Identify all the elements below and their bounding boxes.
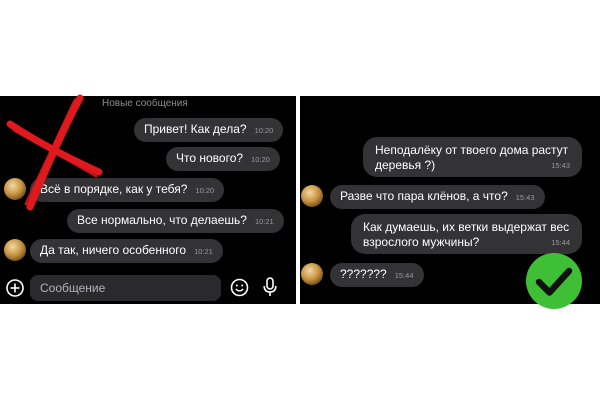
message-bubble-sent[interactable]: Привет! Как дела? 10:20: [134, 118, 284, 142]
message-bubble-sent[interactable]: Как думаешь, их ветки выдержат вес взрос…: [351, 214, 582, 254]
add-attachment-icon[interactable]: [5, 278, 25, 298]
red-cross-icon: [6, 94, 103, 211]
message-time: 10:20: [195, 186, 215, 195]
message-bubble-received[interactable]: Да так, ничего особенного 10:21: [30, 239, 223, 263]
contact-avatar[interactable]: [4, 239, 26, 261]
message-time: 10:20: [251, 155, 270, 164]
message-text: Что нового?: [176, 151, 244, 165]
message-bubble-sent[interactable]: Неподалёку от твоего дома растут деревья…: [363, 137, 582, 177]
message-text: Разве что пара клёнов, а что?: [340, 189, 508, 203]
message-time: 10:21: [194, 247, 213, 256]
message-text: ???????: [340, 267, 387, 281]
message-time: 10:20: [254, 126, 274, 135]
message-text-line: деревья ?): [375, 158, 436, 172]
message-text: Привет! Как дела?: [144, 122, 247, 136]
new-messages-divider: Новые сообщения: [102, 98, 188, 109]
message-time: 15:43: [551, 161, 570, 170]
microphone-icon[interactable]: [261, 276, 279, 298]
message-text: Все нормально, что делаешь?: [77, 213, 247, 227]
green-check-icon: [526, 253, 582, 309]
contact-avatar[interactable]: [301, 263, 323, 285]
message-input-placeholder: Сообщение: [40, 281, 106, 295]
message-text-line: взрослого мужчины?: [363, 235, 480, 249]
message-time: 10:21: [254, 217, 274, 226]
message-time: 15:44: [551, 238, 570, 247]
message-text-line: Неподалёку от твоего дома растут: [375, 143, 569, 157]
message-bubble-received[interactable]: ??????? 15:44: [330, 263, 424, 287]
emoji-icon[interactable]: [229, 277, 250, 298]
message-time: 15:44: [394, 271, 414, 280]
contact-avatar[interactable]: [301, 185, 323, 207]
message-bubble-received[interactable]: Разве что пара клёнов, а что? 15:43: [330, 185, 545, 209]
message-text-line: Как думаешь, их ветки выдержат вес: [363, 220, 570, 234]
message-text: Да так, ничего особенного: [40, 243, 187, 257]
message-input[interactable]: Сообщение: [30, 275, 221, 301]
message-bubble-sent[interactable]: Что нового? 10:20: [166, 147, 280, 171]
message-time: 15:43: [515, 193, 535, 202]
